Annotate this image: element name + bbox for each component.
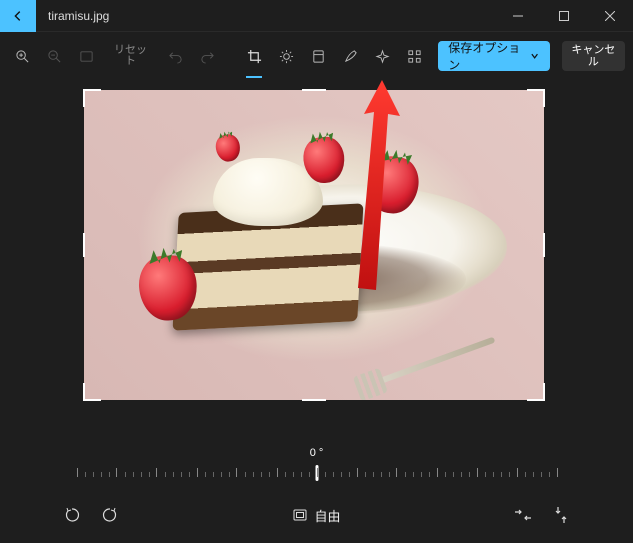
minimize-icon bbox=[513, 11, 523, 21]
redo-button[interactable] bbox=[193, 40, 221, 72]
aspect-label: 自由 bbox=[314, 506, 340, 525]
rotation-angle-label: 0 ° bbox=[310, 447, 324, 459]
photo-content bbox=[84, 90, 544, 400]
rotation-slider-area: 0 ° bbox=[0, 441, 633, 487]
undo-icon bbox=[168, 49, 183, 64]
toolbar: リセット 保存オプション キャンセル bbox=[0, 32, 633, 80]
minimize-button[interactable] bbox=[495, 0, 541, 32]
flip-v-icon bbox=[554, 506, 568, 524]
crop-tool-button[interactable] bbox=[240, 40, 268, 72]
titlebar: tiramisu.jpg bbox=[0, 0, 633, 32]
pen-icon bbox=[343, 49, 358, 64]
window-controls bbox=[495, 0, 633, 32]
flip-h-icon bbox=[514, 508, 532, 522]
crop-handle-bottom[interactable] bbox=[302, 399, 326, 401]
rotate-cw-button[interactable] bbox=[98, 503, 122, 527]
crop-handle-br[interactable] bbox=[527, 383, 545, 401]
background-tool-button[interactable] bbox=[400, 40, 428, 72]
rotate-cw-icon bbox=[102, 507, 118, 523]
crop-icon bbox=[247, 49, 262, 64]
markup-tool-button[interactable] bbox=[336, 40, 364, 72]
maximize-icon bbox=[559, 11, 569, 21]
maximize-button[interactable] bbox=[541, 0, 587, 32]
zoom-fit-button[interactable] bbox=[72, 40, 100, 72]
sparkle-icon bbox=[375, 49, 390, 64]
filter-tool-button[interactable] bbox=[304, 40, 332, 72]
rotate-ccw-button[interactable] bbox=[60, 503, 84, 527]
crop-handle-left[interactable] bbox=[83, 233, 85, 257]
aspect-icon bbox=[292, 507, 308, 523]
rotate-ccw-icon bbox=[64, 507, 80, 523]
adjust-tool-button[interactable] bbox=[272, 40, 300, 72]
zoom-in-button[interactable] bbox=[8, 40, 36, 72]
zoom-out-button[interactable] bbox=[40, 40, 68, 72]
fit-icon bbox=[79, 49, 94, 64]
save-options-button[interactable]: 保存オプション bbox=[438, 41, 549, 71]
crop-handle-bl[interactable] bbox=[83, 383, 101, 401]
crop-handle-right[interactable] bbox=[543, 233, 545, 257]
grid-icon bbox=[407, 49, 422, 64]
close-icon bbox=[605, 11, 615, 21]
zoom-in-icon bbox=[15, 49, 30, 64]
close-button[interactable] bbox=[587, 0, 633, 32]
file-name: tiramisu.jpg bbox=[48, 9, 495, 23]
image-canvas[interactable] bbox=[84, 90, 544, 400]
flip-horizontal-button[interactable] bbox=[511, 503, 535, 527]
zoom-out-icon bbox=[47, 49, 62, 64]
back-button[interactable] bbox=[0, 0, 36, 32]
crop-handle-tr[interactable] bbox=[527, 89, 545, 107]
flip-vertical-button[interactable] bbox=[549, 503, 573, 527]
brightness-icon bbox=[279, 49, 294, 64]
crop-handle-tl[interactable] bbox=[83, 89, 101, 107]
erase-tool-button[interactable] bbox=[368, 40, 396, 72]
bottom-toolbar: 自由 bbox=[0, 497, 633, 533]
undo-button[interactable] bbox=[161, 40, 189, 72]
reset-button[interactable]: リセット bbox=[104, 45, 157, 67]
crop-handle-top[interactable] bbox=[302, 89, 326, 91]
save-label: 保存オプション bbox=[448, 39, 526, 73]
cancel-button[interactable]: キャンセル bbox=[562, 41, 625, 71]
chevron-down-icon bbox=[530, 51, 539, 61]
filter-icon bbox=[311, 49, 326, 64]
aspect-ratio-button[interactable]: 自由 bbox=[292, 506, 340, 525]
rotation-ruler[interactable] bbox=[77, 463, 557, 481]
redo-icon bbox=[200, 49, 215, 64]
arrow-left-icon bbox=[11, 9, 25, 23]
